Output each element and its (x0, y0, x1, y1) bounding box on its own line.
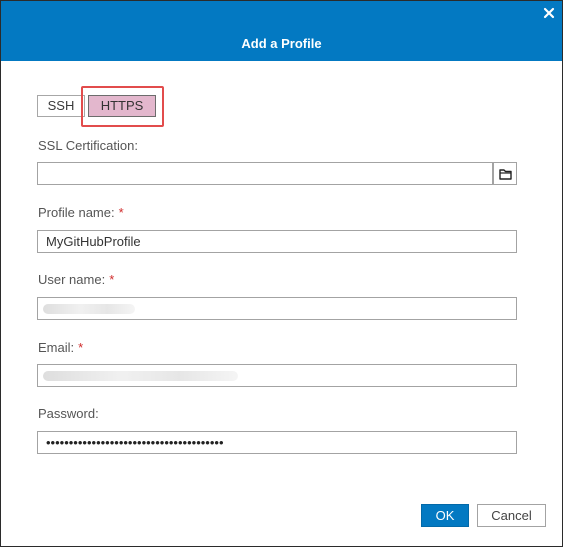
email-label: Email: * (38, 340, 83, 356)
email-label-text: Email: (38, 340, 75, 355)
user-name-input[interactable] (37, 297, 517, 320)
https-toggle-button[interactable]: HTTPS (88, 95, 156, 117)
dialog-titlebar: Add a Profile (1, 1, 562, 61)
password-label: Password: (38, 406, 99, 422)
dialog-title: Add a Profile (241, 36, 322, 51)
browse-button[interactable] (493, 162, 517, 185)
folder-icon (499, 169, 512, 180)
ssl-certification-label: SSL Certification: (38, 138, 138, 154)
redacted-email (43, 371, 238, 381)
redacted-user-name (43, 304, 135, 314)
required-marker: * (118, 205, 124, 220)
user-name-label-text: User name: (38, 272, 106, 287)
profile-name-label: Profile name: * (38, 205, 124, 221)
ssl-certification-label-text: SSL Certification: (38, 138, 138, 153)
add-profile-dialog: Add a Profile SSH HTTPS SSL Certificatio… (0, 0, 563, 547)
cancel-button[interactable]: Cancel (477, 504, 546, 527)
required-marker: * (109, 272, 115, 287)
required-marker: * (78, 340, 84, 355)
ssh-toggle-button[interactable]: SSH (37, 95, 85, 117)
profile-name-label-text: Profile name: (38, 205, 115, 220)
ssl-certification-input[interactable] (37, 162, 493, 185)
password-input[interactable]: ••••••••••••••••••••••••••••••••••••••• (37, 431, 517, 454)
password-label-text: Password: (38, 406, 99, 421)
ok-button[interactable]: OK (421, 504, 469, 527)
profile-name-input[interactable]: MyGitHubProfile (37, 230, 517, 253)
email-input[interactable] (37, 364, 517, 387)
close-icon[interactable] (542, 6, 556, 20)
user-name-label: User name: * (38, 272, 114, 288)
